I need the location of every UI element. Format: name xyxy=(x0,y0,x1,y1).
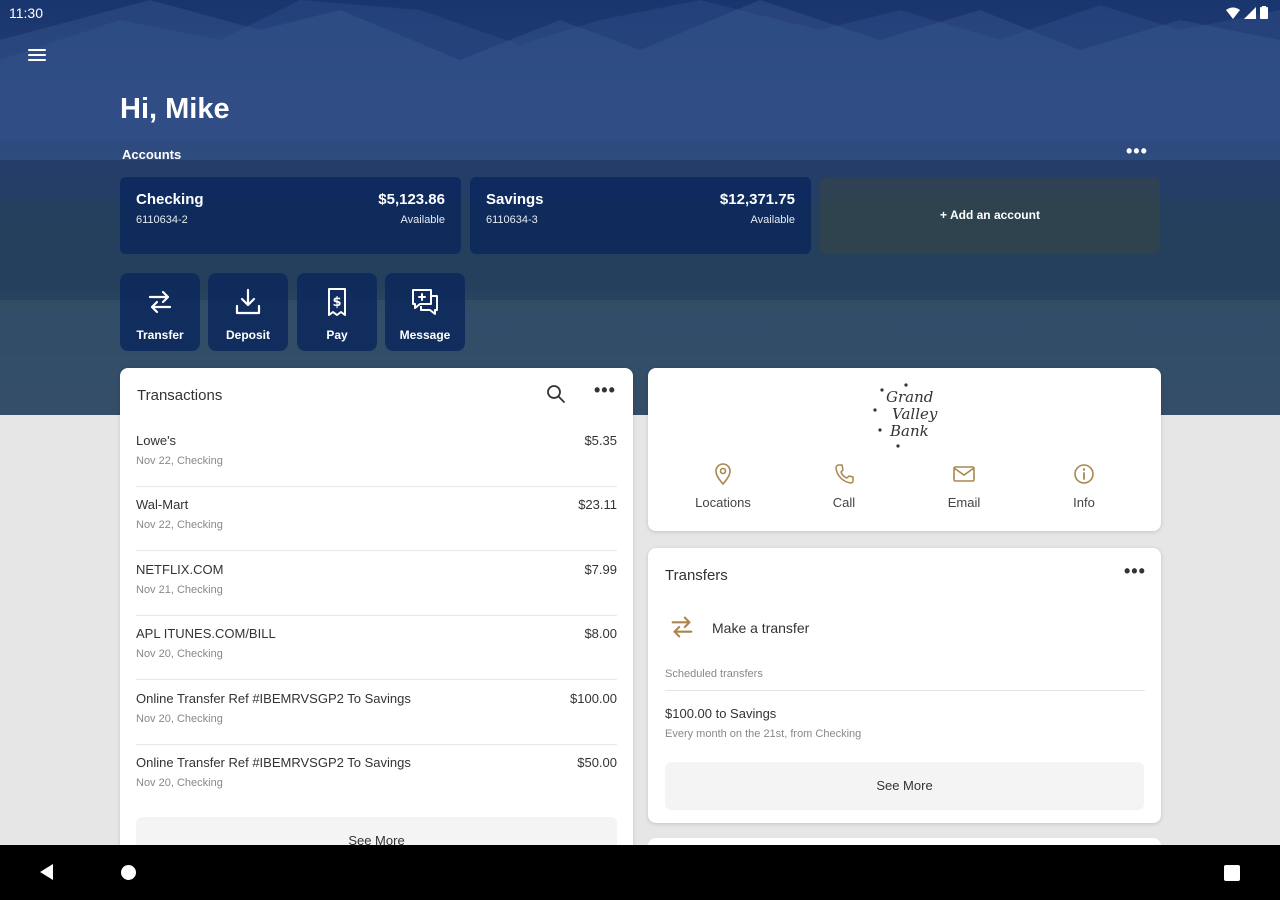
svg-text:Bank: Bank xyxy=(889,422,929,440)
phone-icon xyxy=(835,464,854,484)
transaction-row[interactable]: Lowe's Nov 22, Checking $5.35 xyxy=(136,423,617,487)
transfers-title: Transfers xyxy=(665,567,728,584)
account-balance-label: Available xyxy=(750,214,795,226)
grand-valley-bank-logo: Grand Valley Bank xyxy=(873,383,938,448)
transfer-action-button[interactable]: Transfer xyxy=(120,273,200,351)
account-card-checking[interactable]: Checking 6110634-2 $5,123.86 Available xyxy=(120,177,461,254)
scheduled-transfer-title: $100.00 to Savings xyxy=(665,706,777,721)
transfers-more-icon[interactable]: ••• xyxy=(1124,562,1146,580)
transaction-description: Lowe's xyxy=(136,433,177,448)
transaction-row[interactable]: NETFLIX.COM Nov 21, Checking $7.99 xyxy=(136,552,617,616)
account-name: Checking xyxy=(136,191,204,208)
transaction-amount: $7.99 xyxy=(584,562,617,577)
accounts-more-icon[interactable]: ••• xyxy=(1126,142,1148,162)
make-transfer-button[interactable]: Make a transfer xyxy=(665,608,1145,648)
transactions-card: Transactions ••• Lowe's Nov 22, Checking… xyxy=(120,368,633,868)
transaction-row[interactable]: Wal-Mart Nov 22, Checking $23.11 xyxy=(136,487,617,551)
account-balance: $5,123.86 xyxy=(378,191,445,208)
info-icon xyxy=(1074,464,1094,484)
divider xyxy=(665,690,1145,691)
account-balance-label: Available xyxy=(400,214,445,226)
home-nav-icon[interactable] xyxy=(121,865,136,880)
cell-signal-icon xyxy=(1244,6,1256,19)
search-icon[interactable] xyxy=(546,384,566,404)
location-pin-icon xyxy=(715,463,731,485)
transaction-meta: Nov 20, Checking xyxy=(136,648,223,660)
transaction-meta: Nov 21, Checking xyxy=(136,584,223,596)
scheduled-transfer-item[interactable]: $100.00 to Savings Every month on the 21… xyxy=(665,706,1145,746)
transaction-description: NETFLIX.COM xyxy=(136,562,224,577)
battery-icon xyxy=(1260,6,1268,19)
system-navigation-bar xyxy=(0,845,1280,900)
scheduled-transfer-subtitle: Every month on the 21st, from Checking xyxy=(665,728,862,740)
message-action-button[interactable]: Message xyxy=(385,273,465,351)
transaction-meta: Nov 22, Checking xyxy=(136,455,223,467)
status-bar: 11:30 xyxy=(0,0,1280,26)
transaction-amount: $100.00 xyxy=(570,691,617,706)
contact-label: Email xyxy=(947,495,981,510)
pay-icon: $ xyxy=(328,288,346,316)
transfer-icon xyxy=(148,290,172,314)
transaction-row[interactable]: Online Transfer Ref #IBEMRVSGP2 To Savin… xyxy=(136,681,617,745)
contact-label: Call xyxy=(832,495,856,510)
transaction-meta: Nov 20, Checking xyxy=(136,777,223,789)
transaction-amount: $23.11 xyxy=(578,497,617,512)
transaction-row[interactable]: Online Transfer Ref #IBEMRVSGP2 To Savin… xyxy=(136,745,617,809)
scheduled-transfers-label: Scheduled transfers xyxy=(665,668,763,680)
system-icons xyxy=(1226,6,1268,19)
accounts-section-label: Accounts xyxy=(122,147,182,162)
email-icon xyxy=(953,466,975,482)
transactions-more-icon[interactable]: ••• xyxy=(594,381,616,399)
message-icon xyxy=(412,289,438,315)
svg-text:Valley: Valley xyxy=(892,405,938,423)
transaction-amount: $50.00 xyxy=(577,755,617,770)
account-balance: $12,371.75 xyxy=(719,191,795,208)
make-transfer-label: Make a transfer xyxy=(712,620,810,636)
transaction-meta: Nov 20, Checking xyxy=(136,713,223,725)
transactions-title: Transactions xyxy=(137,387,223,404)
transaction-row[interactable]: APL ITUNES.COM/BILL Nov 20, Checking $8.… xyxy=(136,616,617,680)
transaction-description: Online Transfer Ref #IBEMRVSGP2 To Savin… xyxy=(136,691,411,706)
transaction-meta: Nov 22, Checking xyxy=(136,519,223,531)
deposit-action-button[interactable]: Deposit xyxy=(208,273,288,351)
status-time: 11:30 xyxy=(9,5,43,21)
back-nav-icon[interactable] xyxy=(40,864,53,880)
transaction-description: APL ITUNES.COM/BILL xyxy=(136,626,276,641)
transfer-icon xyxy=(671,616,693,638)
account-name: Savings xyxy=(486,191,544,208)
email-button[interactable]: Email xyxy=(904,463,1024,510)
account-number: 6110634-2 xyxy=(136,214,188,226)
account-number: 6110634-3 xyxy=(486,214,538,226)
wifi-icon xyxy=(1226,7,1240,19)
add-account-button[interactable]: + Add an account xyxy=(820,177,1160,254)
locations-button[interactable]: Locations xyxy=(663,463,783,510)
action-label: Pay xyxy=(326,328,348,342)
account-card-savings[interactable]: Savings 6110634-3 $12,371.75 Available xyxy=(470,177,811,254)
info-button[interactable]: Info xyxy=(1024,463,1144,510)
transaction-amount: $5.35 xyxy=(584,433,617,448)
transaction-description: Wal-Mart xyxy=(136,497,189,512)
action-label: Transfer xyxy=(136,328,184,342)
hamburger-menu-icon[interactable] xyxy=(26,46,48,68)
greeting-title: Hi, Mike xyxy=(120,93,230,125)
svg-text:Grand: Grand xyxy=(886,388,933,406)
call-button[interactable]: Call xyxy=(784,463,904,510)
deposit-icon xyxy=(235,288,261,315)
transaction-amount: $8.00 xyxy=(584,626,617,641)
pay-action-button[interactable]: $ Pay xyxy=(297,273,377,351)
action-label: Message xyxy=(399,328,451,342)
action-label: Deposit xyxy=(225,328,270,342)
transaction-description: Online Transfer Ref #IBEMRVSGP2 To Savin… xyxy=(136,755,411,770)
contact-label: Locations xyxy=(695,495,751,510)
bank-contact-card: Grand Valley Bank Locations Call Email I… xyxy=(648,368,1161,531)
recents-nav-icon[interactable] xyxy=(1224,865,1240,881)
transfers-see-more-button[interactable]: See More xyxy=(665,762,1144,810)
transfers-card: Transfers ••• Make a transfer Scheduled … xyxy=(648,548,1161,823)
svg-text:$: $ xyxy=(332,295,341,310)
contact-label: Info xyxy=(1073,495,1095,510)
